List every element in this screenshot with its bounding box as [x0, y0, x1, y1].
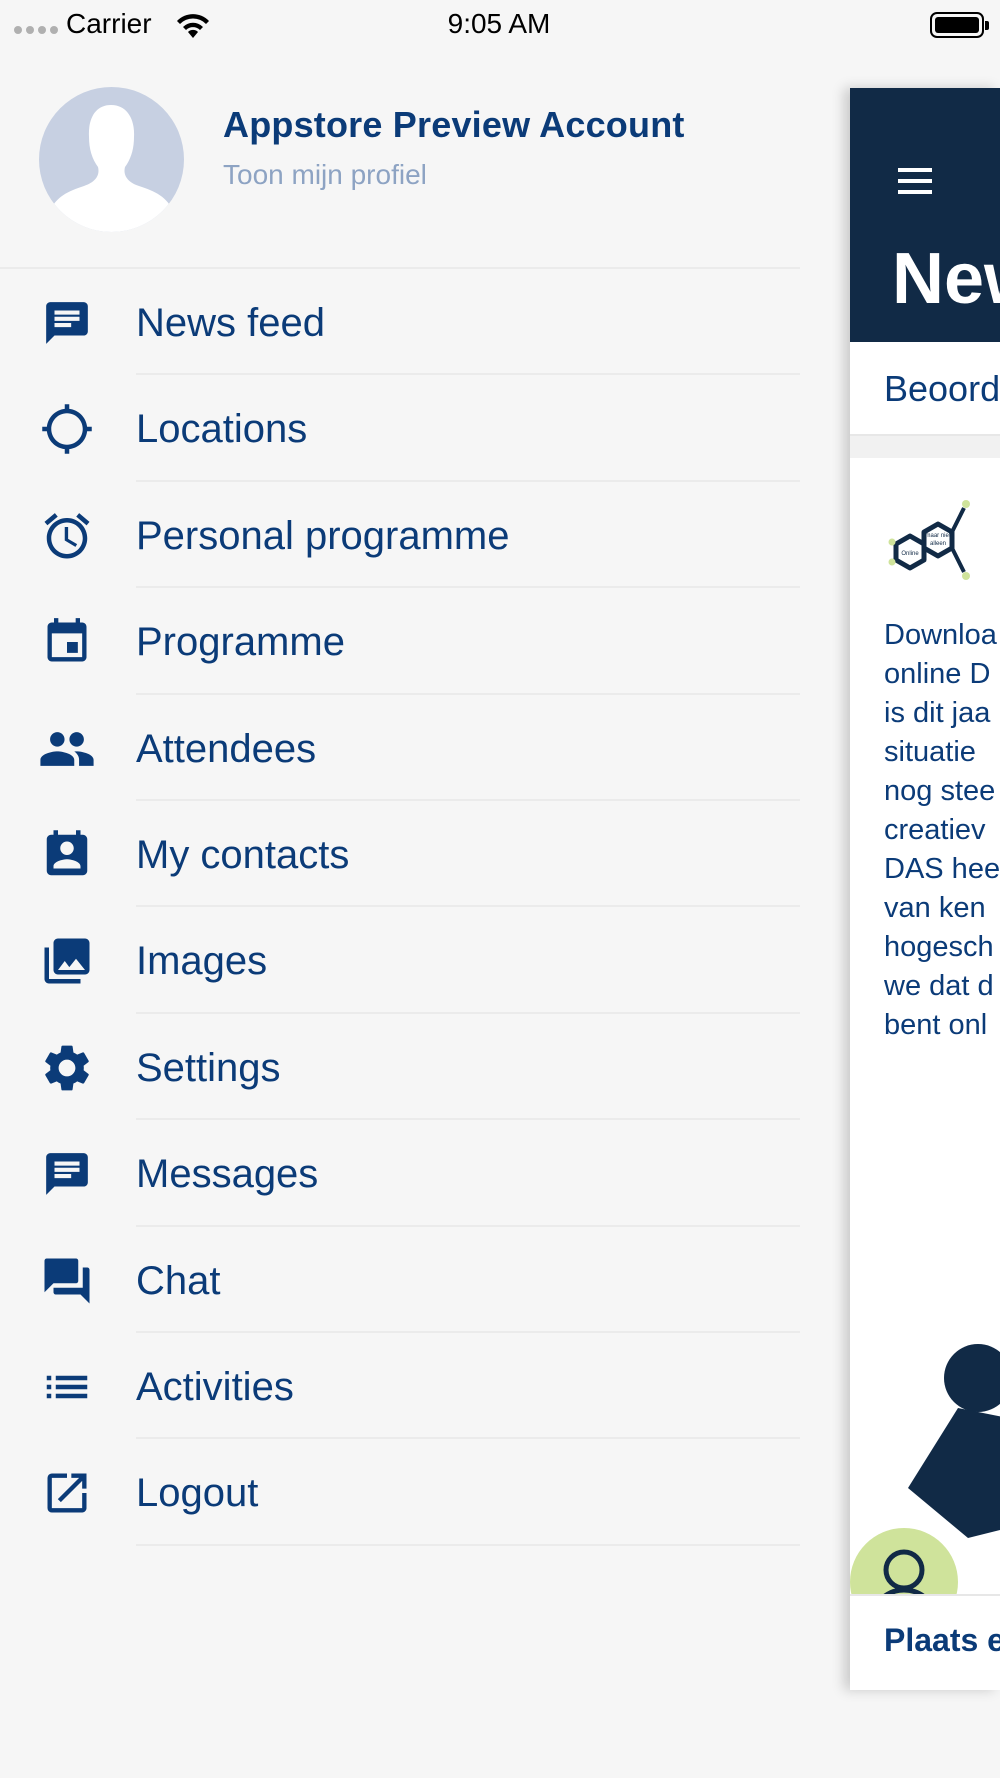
calendar-icon — [38, 615, 96, 669]
chat-icon — [38, 1254, 96, 1308]
hamburger-menu-icon[interactable] — [898, 168, 932, 201]
menu-item-label: Programme — [136, 620, 345, 665]
post-line: bent onl — [884, 1009, 988, 1041]
main-screen-preview[interactable]: New Beoord maar niet alleen Online Downl… — [850, 88, 1000, 1690]
person-silhouette-icon — [49, 105, 174, 232]
menu-item-label: Activities — [136, 1364, 294, 1409]
logo-text: Online — [901, 551, 919, 557]
battery-icon — [930, 12, 989, 38]
post-line: is dit jaa — [884, 697, 991, 729]
news-feed-icon — [38, 296, 96, 350]
menu-item-label: News feed — [136, 301, 325, 345]
message-icon — [38, 1147, 96, 1201]
menu-item-personal-programme[interactable]: Personal programme — [0, 482, 800, 589]
list-icon — [38, 1360, 96, 1414]
menu-item-logout[interactable]: Logout — [0, 1439, 800, 1546]
post-line: van ken — [884, 892, 986, 924]
menu-item-messages[interactable]: Messages — [0, 1120, 800, 1227]
post-line: Downloa — [884, 619, 997, 651]
menu-item-label: Settings — [136, 1045, 281, 1090]
profile-link[interactable]: Toon mijn profiel — [223, 159, 427, 191]
menu-item-label: My contacts — [136, 832, 350, 877]
profile-header[interactable]: Appstore Preview Account Toon mijn profi… — [0, 64, 800, 269]
menu-item-news-feed[interactable]: News feed — [0, 269, 800, 376]
logo-text: maar niet — [925, 533, 950, 539]
post-composer[interactable]: Plaats e — [850, 1594, 1000, 1690]
location-crosshair-icon — [38, 402, 96, 456]
post-composer-label: Plaats e — [884, 1622, 1000, 1658]
tab-bar: Beoord — [850, 342, 1000, 436]
tab-beoord[interactable]: Beoord — [884, 368, 1000, 410]
menu-item-my-contacts[interactable]: My contacts — [0, 801, 800, 908]
logout-icon — [38, 1466, 96, 1520]
avatar[interactable] — [39, 87, 184, 232]
people-icon — [38, 722, 96, 776]
post-line: DAS hee — [884, 853, 1000, 885]
page-title: New — [892, 239, 1000, 319]
menu-item-label: Personal programme — [136, 513, 510, 558]
menu-item-activities[interactable]: Activities — [0, 1333, 800, 1440]
menu-item-label: Images — [136, 939, 268, 984]
profile-name: Appstore Preview Account — [223, 104, 685, 145]
menu-item-label: Messages — [136, 1152, 319, 1197]
menu-item-label: Locations — [136, 407, 308, 452]
menu-item-settings[interactable]: Settings — [0, 1014, 800, 1121]
menu-item-label: Logout — [136, 1471, 259, 1516]
post-body: Downloa online D is dit jaa situatie nog… — [884, 616, 1000, 1045]
app-header: New — [850, 88, 1000, 342]
post-logo: maar niet alleen Online — [884, 494, 974, 584]
post-line: we dat d — [884, 970, 994, 1002]
post-line: hogesch — [884, 931, 994, 963]
contact-card-icon — [38, 828, 96, 882]
menu-item-images[interactable]: Images — [0, 907, 800, 1014]
images-icon — [38, 934, 96, 988]
post-line: online D — [884, 658, 991, 690]
status-bar: Carrier 9:05 AM — [0, 0, 1000, 50]
divider — [136, 1543, 800, 1546]
post-line: creatiev — [884, 814, 986, 846]
gear-icon — [38, 1041, 96, 1095]
divider — [850, 436, 1000, 458]
drawer-menu: News feed Locations Personal programme P… — [0, 269, 800, 1546]
alarm-clock-icon — [38, 509, 96, 563]
menu-item-label: Chat — [136, 1258, 221, 1303]
menu-item-locations[interactable]: Locations — [0, 375, 800, 482]
logo-text: alleen — [930, 541, 946, 547]
menu-item-attendees[interactable]: Attendees — [0, 695, 800, 801]
clock: 9:05 AM — [447, 8, 551, 39]
post-line: situatie — [884, 736, 976, 768]
menu-item-label: Attendees — [136, 726, 317, 771]
menu-item-programme[interactable]: Programme — [0, 588, 800, 695]
menu-item-chat[interactable]: Chat — [0, 1227, 800, 1333]
post-line: nog stee — [884, 775, 996, 807]
